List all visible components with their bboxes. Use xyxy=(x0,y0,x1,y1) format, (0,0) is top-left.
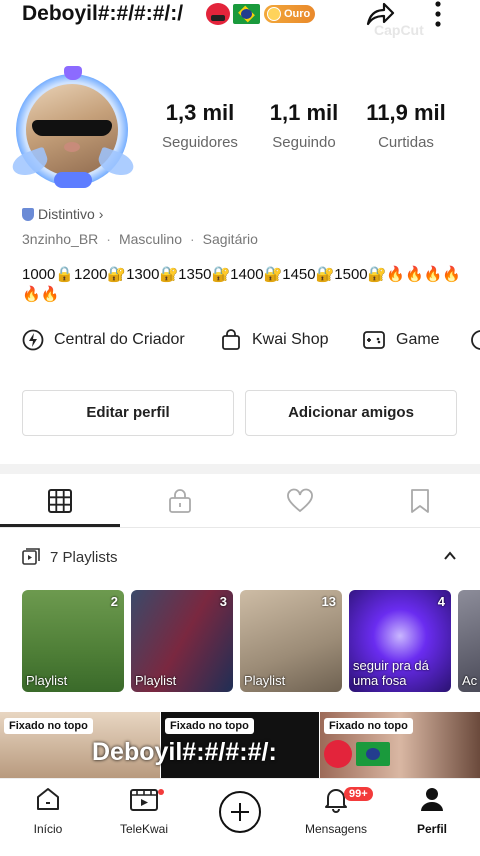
overlay-username: Deboyil#:#/#:#/: xyxy=(92,738,277,766)
kwai-shop-link[interactable]: Kwai Shop xyxy=(220,326,329,354)
stat-likes[interactable]: 11,9 mil Curtidas xyxy=(358,100,454,151)
gamepad-icon xyxy=(363,331,385,349)
nav-label: Início xyxy=(33,822,63,836)
tab-videos[interactable] xyxy=(0,474,120,528)
tab-liked[interactable] xyxy=(240,474,360,528)
nav-messages[interactable]: 99+ Mensagens xyxy=(288,785,384,836)
profile-username: Deboyil#:#/#:#/:/ xyxy=(22,2,184,25)
heart-icon xyxy=(287,488,313,513)
profile-meta: 3nzinho_BR · Masculino · Sagitário xyxy=(22,231,258,247)
messages-badge: 99+ xyxy=(344,787,373,801)
cat-nose-graphic xyxy=(64,142,80,152)
badge-label: Ouro xyxy=(284,8,311,20)
playlists-row: 2 Playlist 3 Playlist 13 Playlist 4 segu… xyxy=(22,590,480,692)
edit-profile-button[interactable]: Editar perfil xyxy=(22,390,234,436)
playlist-count: 13 xyxy=(321,594,336,609)
shield-icon xyxy=(22,208,34,221)
playlist-card[interactable]: 13 Playlist xyxy=(240,590,342,692)
tv-icon xyxy=(130,789,158,811)
stat-value: 1,1 mil xyxy=(269,100,339,125)
playlists-header[interactable]: 7 Playlists xyxy=(22,548,118,566)
chevron-right-icon: › xyxy=(98,206,104,222)
person-icon xyxy=(421,788,443,811)
brazil-flag-icon xyxy=(356,742,390,766)
stat-following[interactable]: 1,1 mil Seguindo xyxy=(256,100,352,151)
playlist-card[interactable]: 4 seguir pra dá uma fosa xyxy=(349,590,451,692)
stat-label: Seguidores xyxy=(162,134,238,151)
bolt-icon xyxy=(22,329,44,351)
playlist-card[interactable]: Ac rev xyxy=(458,590,480,692)
playlist-icon xyxy=(22,548,40,565)
content-tabs xyxy=(0,474,480,528)
quick-link-label: Central do Criador xyxy=(54,331,185,348)
bag-icon xyxy=(222,329,240,350)
pinned-label: Fixado no topo xyxy=(165,718,254,734)
profile-handle: 3nzinho_BR xyxy=(22,231,99,247)
active-tab-indicator xyxy=(0,524,120,527)
separator-dot: · xyxy=(106,231,111,247)
grid-icon xyxy=(48,489,72,513)
coin-icon xyxy=(267,7,281,21)
home-icon xyxy=(37,788,59,810)
angry-face-icon xyxy=(324,740,352,768)
angry-face-icon xyxy=(206,3,230,25)
stat-value: 11,9 mil xyxy=(366,100,446,125)
playlist-card[interactable]: 3 Playlist xyxy=(131,590,233,692)
capcut-watermark: CapCut xyxy=(374,22,424,38)
more-icon[interactable] xyxy=(430,0,446,30)
pinned-label: Fixado no topo xyxy=(4,718,93,734)
distintivo-link[interactable]: Distintivo › xyxy=(22,206,103,222)
nav-label: Perfil xyxy=(416,822,447,836)
profile-avatar[interactable] xyxy=(9,66,137,188)
playlist-card[interactable]: 2 Playlist xyxy=(22,590,124,692)
playlist-title: Ac rev xyxy=(462,673,480,688)
playlist-title: Playlist xyxy=(244,673,286,688)
nav-profile[interactable]: Perfil xyxy=(384,785,480,836)
nav-label: Mensagens xyxy=(304,822,368,836)
playlist-title: Playlist xyxy=(26,673,68,688)
stat-label: Seguindo xyxy=(272,134,336,151)
stat-followers[interactable]: 1,3 mil Seguidores xyxy=(150,100,250,151)
nav-create[interactable] xyxy=(192,785,288,838)
profile-bio: 1000🔒1200🔐1300🔐1350🔐1400🔐1450🔐1500🔐🔥🔥🔥🔥🔥… xyxy=(22,266,462,303)
separator-dot: · xyxy=(189,231,195,247)
frame-crown-icon xyxy=(64,66,82,80)
add-friends-button[interactable]: Adicionar amigos xyxy=(245,390,457,436)
section-divider xyxy=(0,464,480,474)
profile-header: Deboyil#:#/#:#/:/ Ouro CapCut xyxy=(0,0,480,38)
game-link[interactable]: Game xyxy=(362,326,440,354)
playlist-count: 4 xyxy=(437,594,445,609)
playlist-title: seguir pra dá uma fosa xyxy=(353,658,429,688)
bottom-navigation: Início TeleKwai 99+ Mensagens Perfil xyxy=(0,778,480,856)
profile-sign: Sagitário xyxy=(202,231,258,247)
quick-link-label: Kwai Shop xyxy=(252,331,329,348)
gold-tier-badge[interactable]: Ouro xyxy=(264,5,315,23)
creator-center-link[interactable]: Central do Criador xyxy=(22,326,185,354)
nav-telekwai[interactable]: TeleKwai xyxy=(96,785,192,836)
chevron-up-icon[interactable] xyxy=(442,548,458,564)
tab-private[interactable] xyxy=(120,474,240,528)
pinned-label: Fixado no topo xyxy=(324,718,413,734)
plus-icon xyxy=(219,791,261,833)
stat-label: Curtidas xyxy=(378,134,434,151)
sunglasses-graphic xyxy=(32,120,112,136)
nav-home[interactable]: Início xyxy=(0,785,96,836)
more-quick-link[interactable] xyxy=(470,326,480,354)
playlist-count: 3 xyxy=(219,594,227,609)
quick-link-label: Game xyxy=(396,331,440,348)
distintivo-label: Distintivo xyxy=(38,206,95,222)
brazil-flag-icon xyxy=(233,4,260,24)
nav-label: TeleKwai xyxy=(119,822,169,836)
lock-icon xyxy=(169,489,191,513)
playlist-title: Playlist xyxy=(135,673,177,688)
tab-saved[interactable] xyxy=(360,474,480,528)
playlists-count-label: 7 Playlists xyxy=(50,548,118,566)
stat-value: 1,3 mil xyxy=(165,100,235,125)
playlist-count: 2 xyxy=(110,594,118,609)
profile-gender: Masculino xyxy=(118,231,182,247)
bookmark-icon xyxy=(411,489,429,513)
chat-icon xyxy=(471,330,480,350)
notification-dot xyxy=(158,789,164,795)
frame-base-icon xyxy=(54,172,92,188)
